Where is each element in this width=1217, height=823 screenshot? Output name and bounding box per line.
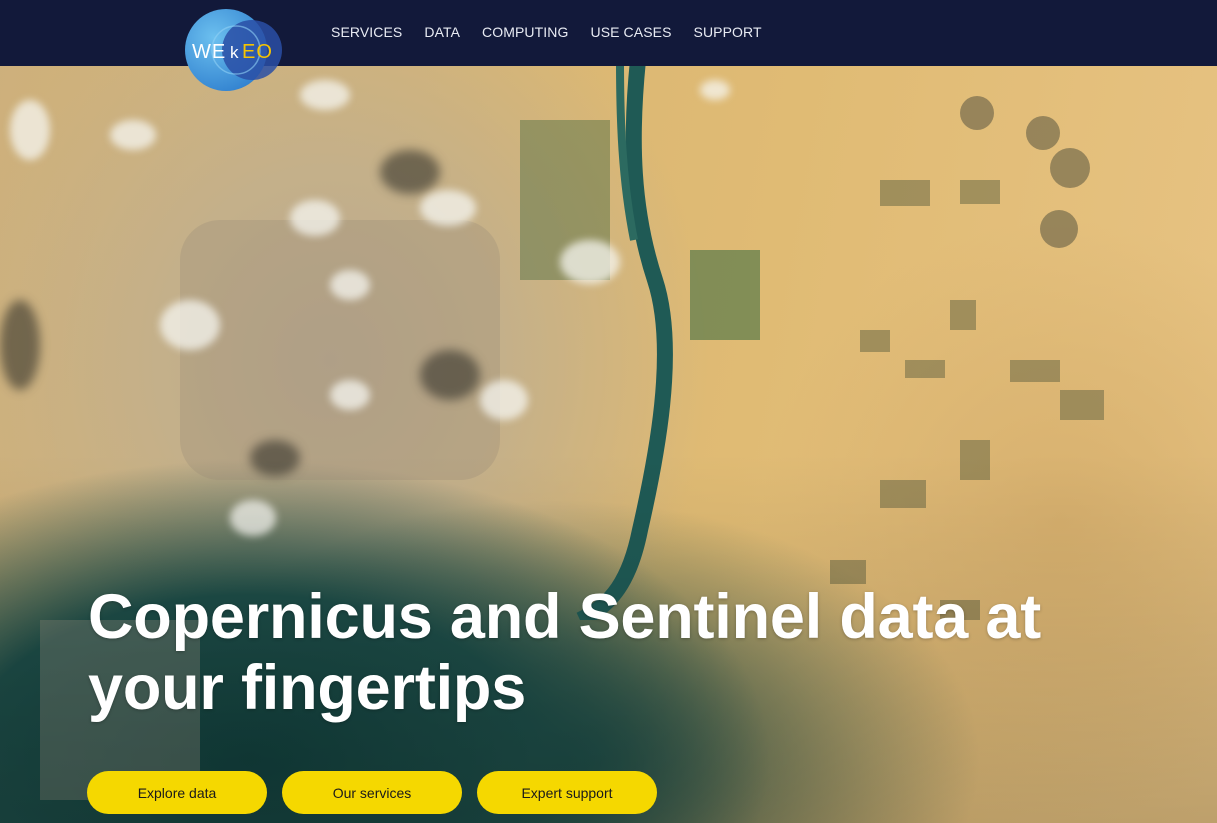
nav-item-computing[interactable]: COMPUTING: [471, 24, 579, 40]
logo-text-k: k: [230, 43, 239, 62]
nav-item-data[interactable]: DATA: [413, 24, 471, 40]
nav-item-support[interactable]: SUPPORT: [683, 24, 773, 40]
logo-text-eo: EO: [242, 41, 273, 63]
logo-text-we: WE: [192, 41, 226, 63]
explore-data-button[interactable]: Explore data: [87, 771, 267, 814]
our-services-button[interactable]: Our services: [282, 771, 462, 814]
wekeo-logo[interactable]: WE k EO: [178, 8, 286, 92]
expert-support-button[interactable]: Expert support: [477, 771, 657, 814]
hero-cta-row: Explore data Our services Expert support: [87, 771, 657, 814]
main-nav: SERVICES DATA COMPUTING USE CASES SUPPOR…: [320, 0, 773, 64]
hero-headline: Copernicus and Sentinel data at your fin…: [88, 582, 1041, 723]
wekeo-logo-icon: WE k EO: [185, 9, 282, 91]
nav-item-use-cases[interactable]: USE CASES: [579, 24, 682, 40]
nav-item-services[interactable]: SERVICES: [320, 24, 413, 40]
